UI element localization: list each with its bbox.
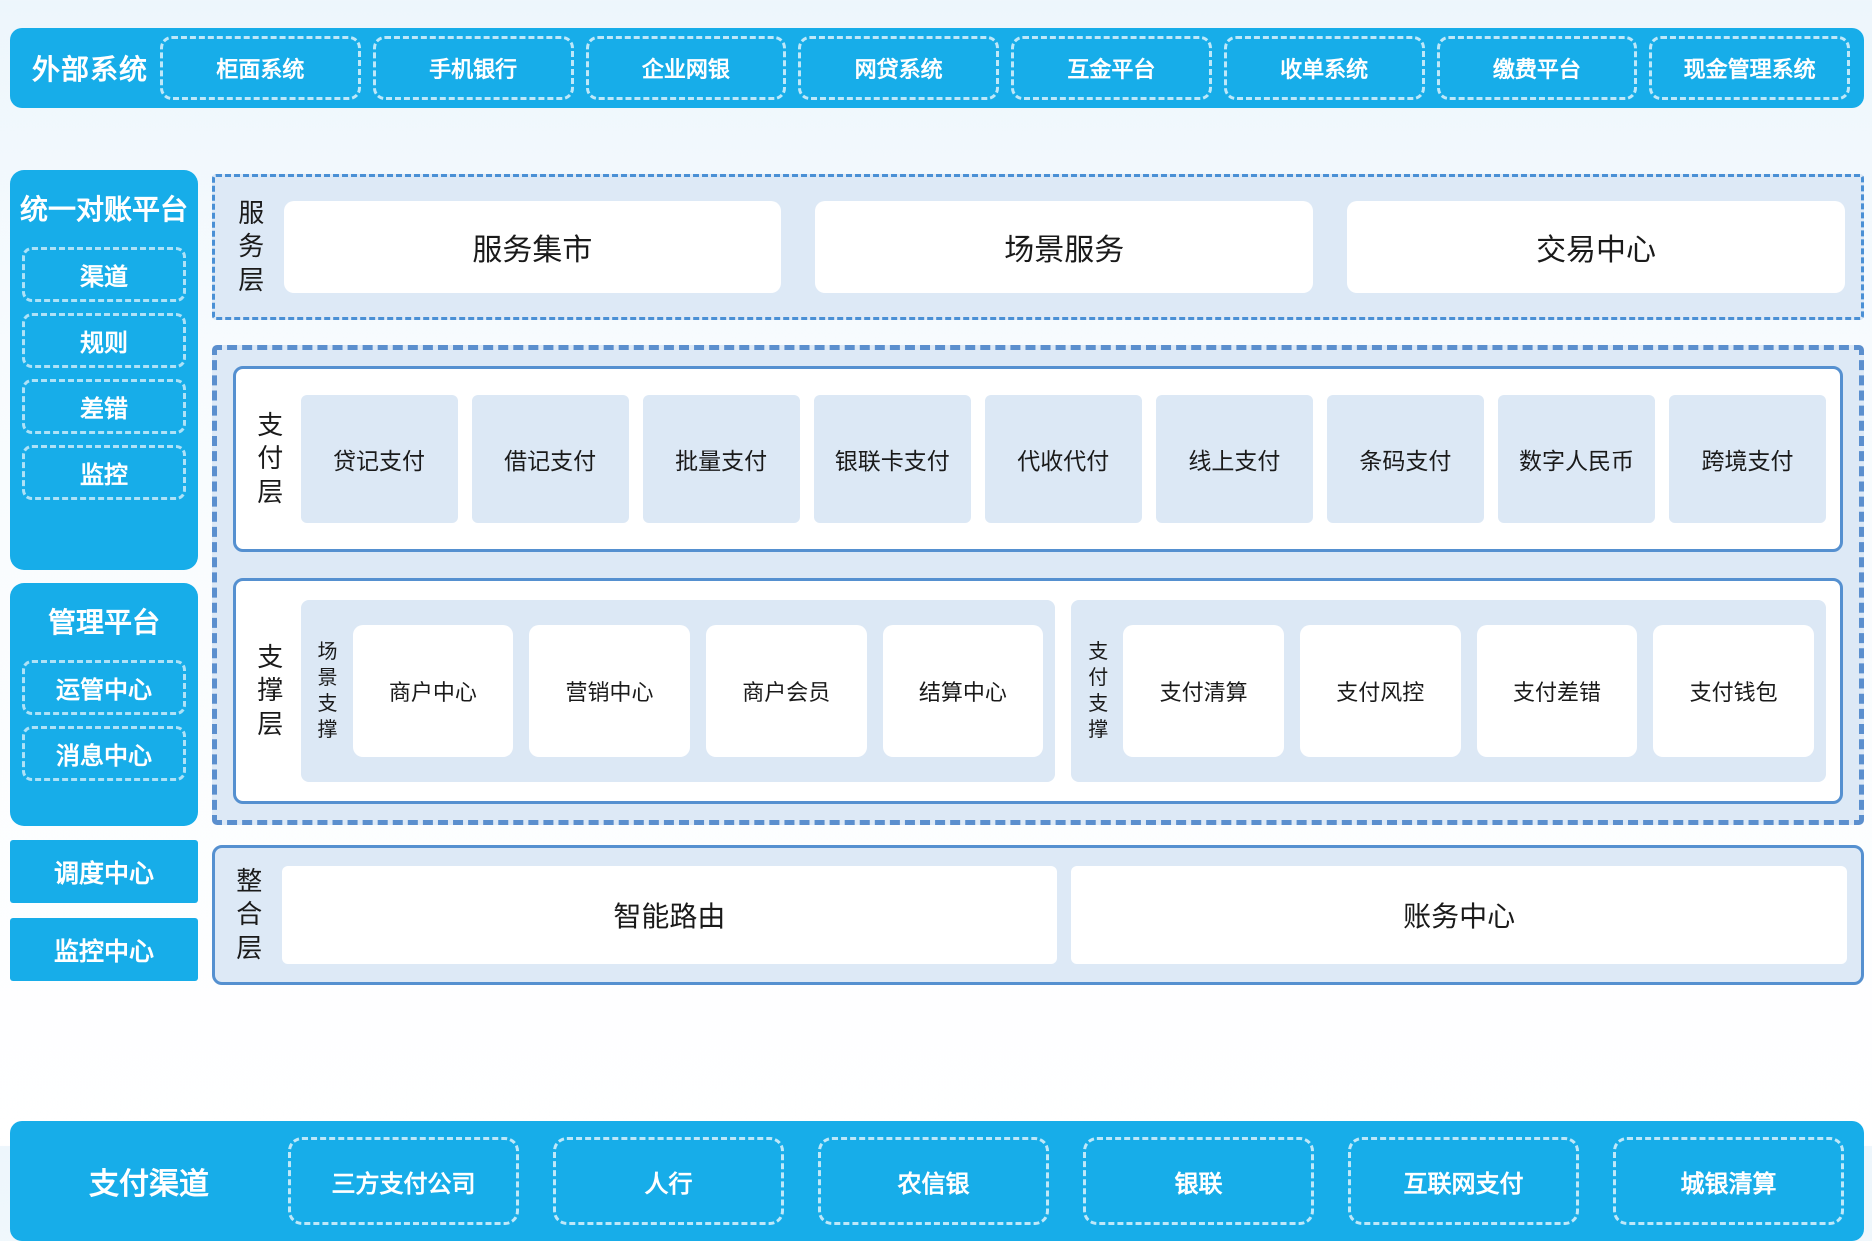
support-item-marketing-center: 营销中心 <box>529 625 690 757</box>
management-platform-title: 管理平台 <box>18 591 190 649</box>
support-item-merchant-center: 商户中心 <box>353 625 514 757</box>
main-layers: 服务层 服务集市 场景服务 交易中心 支付层 贷记支付 借记支付 批量支付 银联… <box>212 146 1864 1093</box>
support-layer-groups: 场景支撑 商户中心 营销中心 商户会员 结算中心 支付支撑 支付清算 <box>301 600 1827 782</box>
payment-support-container: 支付层 贷记支付 借记支付 批量支付 银联卡支付 代收代付 线上支付 条码支付 … <box>212 345 1864 825</box>
support-item-merchant-member: 商户会员 <box>706 625 867 757</box>
external-item-acquiring: 收单系统 <box>1224 36 1425 100</box>
middle-section: 统一对账平台 渠道 规则 差错 监控 管理平台 运管中心 消息中心 调度中心 监… <box>10 146 1864 1093</box>
channel-item-pboc: 人行 <box>553 1137 784 1225</box>
payment-item-batch-pay: 批量支付 <box>643 395 800 523</box>
payment-item-unionpay-card: 银联卡支付 <box>814 395 971 523</box>
external-item-bill-payment: 缴费平台 <box>1437 36 1638 100</box>
reconciliation-item-errors: 差错 <box>22 379 186 434</box>
external-item-counter-system: 柜面系统 <box>160 36 361 100</box>
scenario-support-panel: 场景支撑 商户中心 营销中心 商户会员 结算中心 <box>301 600 1056 782</box>
integration-item-accounting-center: 账务中心 <box>1071 866 1847 964</box>
reconciliation-item-rules: 规则 <box>22 313 186 368</box>
support-item-payment-clearing: 支付清算 <box>1123 625 1284 757</box>
support-layer-label: 支撑层 <box>254 641 287 741</box>
monitoring-center-block: 监控中心 <box>10 918 198 981</box>
external-item-internet-finance: 互金平台 <box>1011 36 1212 100</box>
external-item-online-loan: 网贷系统 <box>798 36 999 100</box>
support-layer: 支撑层 场景支撑 商户中心 营销中心 商户会员 结算中心 <box>233 578 1843 804</box>
payment-support-items: 支付清算 支付风控 支付差错 支付钱包 <box>1123 625 1814 757</box>
payment-channels-title: 支付渠道 <box>10 1159 288 1203</box>
scheduling-center-block: 调度中心 <box>10 840 198 903</box>
payment-layer-items: 贷记支付 借记支付 批量支付 银联卡支付 代收代付 线上支付 条码支付 数字人民… <box>301 395 1827 523</box>
management-item-operations-center: 运管中心 <box>22 660 186 715</box>
architecture-diagram: 外部系统 柜面系统 手机银行 企业网银 网贷系统 互金平台 收单系统 缴费平台 … <box>0 0 1872 1146</box>
external-systems-items: 柜面系统 手机银行 企业网银 网贷系统 互金平台 收单系统 缴费平台 现金管理系… <box>160 36 1850 100</box>
service-item-scenario-service: 场景服务 <box>815 201 1313 293</box>
management-item-message-center: 消息中心 <box>22 726 186 781</box>
channel-item-unionpay: 银联 <box>1083 1137 1314 1225</box>
management-platform-block: 管理平台 运管中心 消息中心 <box>10 583 198 826</box>
support-item-payment-errors: 支付差错 <box>1477 625 1638 757</box>
payment-item-debit-pay: 借记支付 <box>472 395 629 523</box>
payment-item-credit-pay: 贷记支付 <box>301 395 458 523</box>
external-item-corporate-ebank: 企业网银 <box>586 36 787 100</box>
payment-support-label: 支付支撑 <box>1085 639 1111 743</box>
service-layer-items: 服务集市 场景服务 交易中心 <box>284 201 1846 293</box>
integration-layer-items: 智能路由 账务中心 <box>282 866 1848 964</box>
service-layer-label: 服务层 <box>235 197 268 297</box>
reconciliation-platform-block: 统一对账平台 渠道 规则 差错 监控 <box>10 170 198 570</box>
payment-channels-items: 三方支付公司 人行 农信银 银联 互联网支付 城银清算 <box>288 1137 1844 1225</box>
payment-layer: 支付层 贷记支付 借记支付 批量支付 银联卡支付 代收代付 线上支付 条码支付 … <box>233 366 1843 552</box>
service-item-transaction-center: 交易中心 <box>1347 201 1845 293</box>
integration-item-smart-routing: 智能路由 <box>282 866 1058 964</box>
payment-item-barcode-pay: 条码支付 <box>1327 395 1484 523</box>
payment-channels-bar: 支付渠道 三方支付公司 人行 农信银 银联 互联网支付 城银清算 <box>10 1121 1864 1241</box>
reconciliation-item-monitoring: 监控 <box>22 445 186 500</box>
payment-support-panel: 支付支撑 支付清算 支付风控 支付差错 支付钱包 <box>1071 600 1826 782</box>
channel-item-rural-credit-bank: 农信银 <box>818 1137 1049 1225</box>
scenario-support-items: 商户中心 营销中心 商户会员 结算中心 <box>353 625 1044 757</box>
external-item-cash-management: 现金管理系统 <box>1649 36 1850 100</box>
payment-item-cross-border-pay: 跨境支付 <box>1669 395 1826 523</box>
channel-item-city-bank-clearing: 城银清算 <box>1613 1137 1844 1225</box>
reconciliation-platform-title: 统一对账平台 <box>18 178 190 236</box>
external-systems-bar: 外部系统 柜面系统 手机银行 企业网银 网贷系统 互金平台 收单系统 缴费平台 … <box>10 28 1864 108</box>
external-item-mobile-banking: 手机银行 <box>373 36 574 100</box>
service-item-service-market: 服务集市 <box>284 201 782 293</box>
payment-item-digital-rmb: 数字人民币 <box>1498 395 1655 523</box>
payment-layer-label: 支付层 <box>254 409 287 509</box>
payment-item-collection-payment: 代收代付 <box>985 395 1142 523</box>
channel-item-internet-payment: 互联网支付 <box>1348 1137 1579 1225</box>
support-item-payment-risk-control: 支付风控 <box>1300 625 1461 757</box>
channel-item-third-party-payment: 三方支付公司 <box>288 1137 519 1225</box>
external-systems-title: 外部系统 <box>32 48 160 88</box>
reconciliation-item-channel: 渠道 <box>22 247 186 302</box>
integration-layer-label: 整合层 <box>233 865 266 965</box>
payment-item-online-pay: 线上支付 <box>1156 395 1313 523</box>
support-item-payment-wallet: 支付钱包 <box>1653 625 1814 757</box>
service-layer: 服务层 服务集市 场景服务 交易中心 <box>212 174 1864 320</box>
left-sidebar: 统一对账平台 渠道 规则 差错 监控 管理平台 运管中心 消息中心 调度中心 监… <box>10 146 198 1093</box>
integration-layer: 整合层 智能路由 账务中心 <box>212 845 1864 985</box>
support-item-settlement-center: 结算中心 <box>883 625 1044 757</box>
scenario-support-label: 场景支撑 <box>315 639 341 743</box>
